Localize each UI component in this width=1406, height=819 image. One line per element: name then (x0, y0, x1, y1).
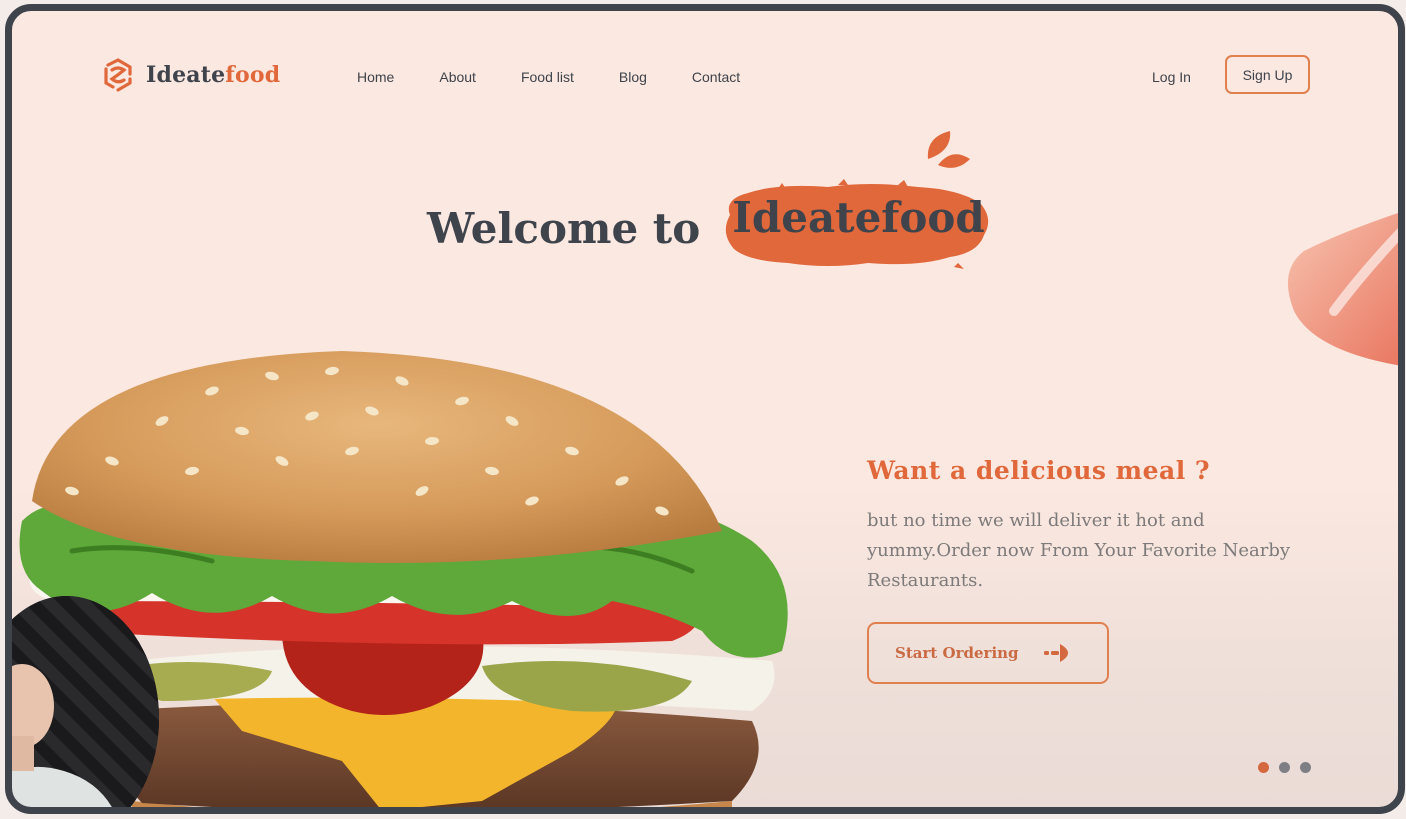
carousel-dot-3[interactable] (1300, 762, 1311, 773)
main-nav: Home About Food list Blog Contact (357, 69, 785, 85)
nav-contact[interactable]: Contact (692, 69, 740, 85)
brand-highlight-text: Ideatefood (732, 193, 985, 242)
logo[interactable]: Ideatefood (100, 57, 280, 93)
signup-button[interactable]: Sign Up (1225, 55, 1310, 94)
arrow-right-icon (1043, 644, 1068, 662)
start-ordering-label: Start Ordering (895, 644, 1019, 662)
logo-text: Ideatefood (146, 62, 280, 88)
brand-highlight: Ideatefood (718, 131, 990, 269)
nav-food-list[interactable]: Food list (521, 69, 574, 85)
presenter-figure (12, 664, 112, 807)
carousel-dots (1258, 762, 1311, 773)
webcam-overlay (12, 596, 159, 807)
nav-home[interactable]: Home (357, 69, 394, 85)
hero-headline: Want a delicious meal ? (867, 456, 1211, 485)
app-frame: Ideatefood Home About Food list Blog Con… (5, 4, 1405, 814)
hero-title: Welcome to Ideatefood (427, 131, 990, 269)
decorative-blob (1288, 213, 1398, 366)
welcome-text: Welcome to (427, 203, 701, 253)
leaf-icon (928, 131, 971, 168)
start-ordering-button[interactable]: Start Ordering (867, 622, 1109, 684)
nav-about[interactable]: About (439, 69, 476, 85)
hero-description: but no time we will deliver it hot and y… (867, 510, 1291, 591)
logo-text-part2: food (225, 62, 281, 88)
carousel-dot-1[interactable] (1258, 762, 1269, 773)
logo-text-part1: Ideate (146, 62, 226, 88)
carousel-dot-2[interactable] (1279, 762, 1290, 773)
login-link[interactable]: Log In (1152, 69, 1191, 85)
logo-mark-icon (104, 58, 132, 92)
nav-blog[interactable]: Blog (619, 69, 647, 85)
